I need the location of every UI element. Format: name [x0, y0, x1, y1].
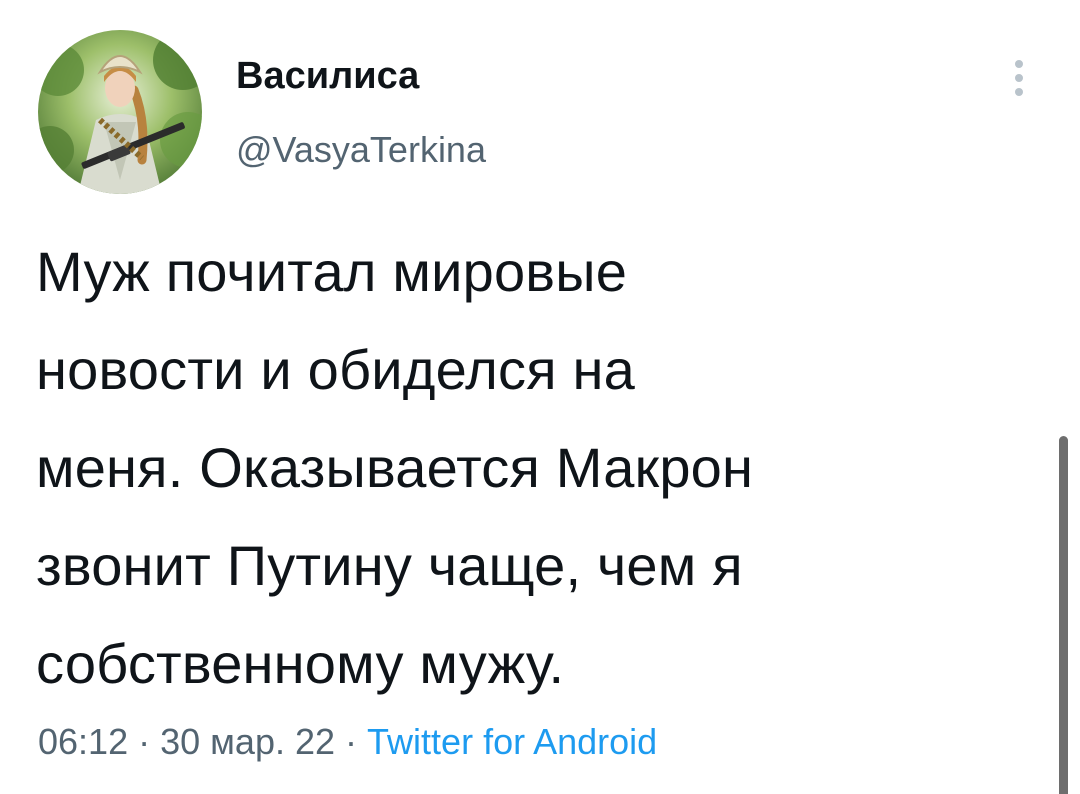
- meta-separator: ·: [138, 721, 160, 762]
- avatar[interactable]: [38, 30, 202, 194]
- avatar-image: [38, 30, 202, 194]
- meta-separator: ·: [345, 721, 367, 762]
- vertical-ellipsis-icon-dot: [1015, 74, 1023, 82]
- separator-glyph: ·: [138, 721, 151, 762]
- tweet-text: Муж почитал мировые новости и обиделся н…: [36, 240, 754, 695]
- separator-glyph: ·: [345, 721, 358, 762]
- vertical-ellipsis-icon: [1015, 60, 1023, 68]
- author-handle[interactable]: @VasyaTerkina: [236, 125, 486, 175]
- author-display-name[interactable]: Василиса: [236, 50, 419, 102]
- tweet-card[interactable]: Василиса @VasyaTerkina Муж почитал миров…: [0, 0, 1080, 794]
- more-options-button[interactable]: [1004, 54, 1034, 102]
- tweet-date[interactable]: 30 мар. 22: [160, 721, 335, 762]
- vertical-ellipsis-icon-dot: [1015, 88, 1023, 96]
- tweet-source-link[interactable]: Twitter for Android: [367, 721, 657, 762]
- tweet-meta: 06:12 · 30 мар. 22 · Twitter for Android: [38, 716, 657, 768]
- tweet-time[interactable]: 06:12: [38, 721, 128, 762]
- scrollbar-thumb[interactable]: [1059, 436, 1068, 794]
